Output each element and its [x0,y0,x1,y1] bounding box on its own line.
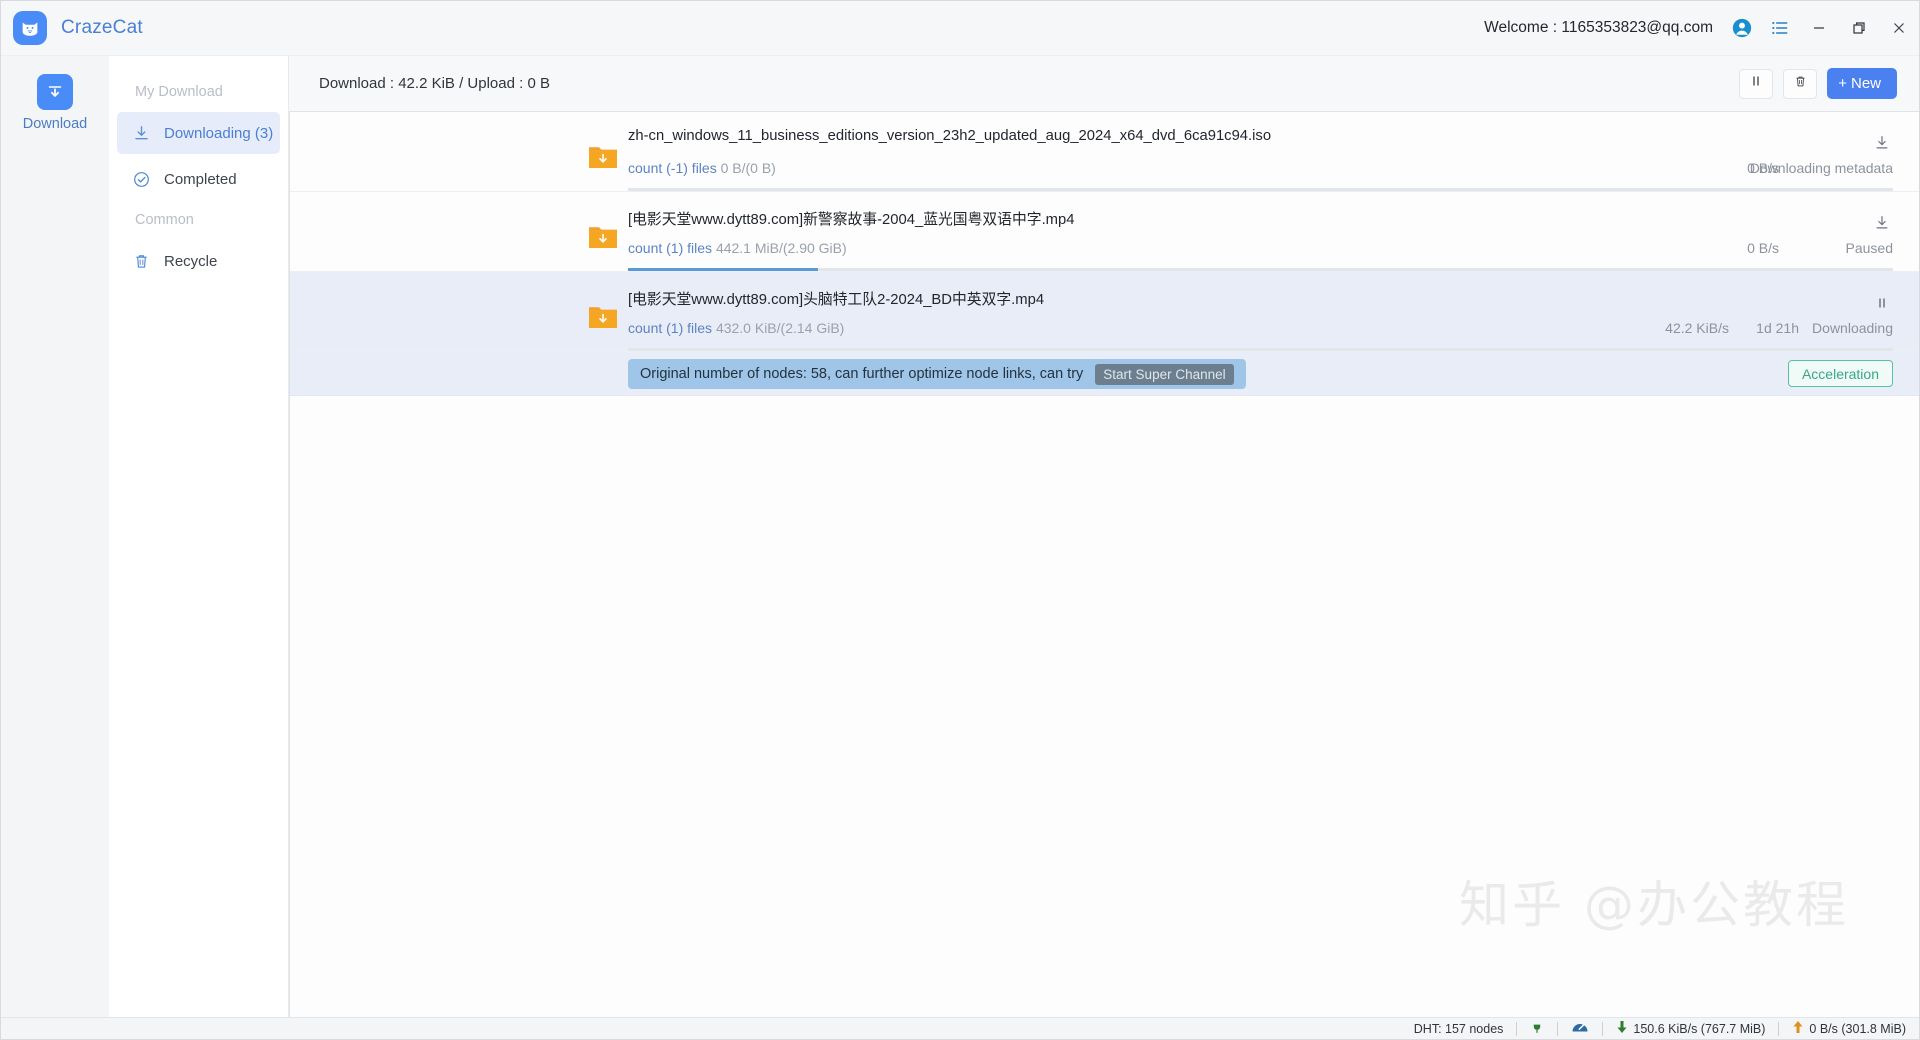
sidebar-item-completed[interactable]: Completed [117,158,280,200]
task-meta: count (1) files 442.1 MiB/(2.90 GiB) [628,240,847,256]
watermark: 知乎 @办公教程 [1459,865,1849,937]
dht-status: DHT: 157 nodes [1401,1018,1517,1039]
welcome-text: Welcome : 1165353823@qq.com [1484,19,1713,37]
task-status: Downloading metadata [1750,160,1893,176]
title-bar: CrazeCat Welcome : 1165353823@qq.com [1,1,1919,56]
task-resume-button[interactable] [1871,214,1893,236]
sidebar-item-label: Recycle [164,253,217,270]
pause-icon [1749,74,1763,93]
upload-speed-status: 0 B/s (301.8 MiB) [1779,1018,1919,1039]
acceleration-banner: Original number of nodes: 58, can furthe… [290,352,1919,396]
plug-status[interactable] [1517,1018,1557,1039]
task-eta: 1d 21h [1756,320,1799,336]
main-content: Download : 42.2 KiB / Upload : 0 B [289,56,1919,1017]
trash-icon [1793,74,1808,94]
title-bar-right: Welcome : 1165353823@qq.com [1484,1,1919,55]
download-arrow-icon [1873,214,1891,237]
sidebar-item-label: Completed [164,171,237,188]
task-speed: 0 B/s [1747,240,1779,256]
progress-track [628,268,1893,271]
folder-download-icon [588,304,618,330]
download-speed-value: 150.6 KiB/s (767.7 MiB) [1633,1022,1765,1036]
table-row[interactable]: [电影天堂www.dytt89.com]新警察故事-2004_蓝光国粤双语中字.… [290,192,1919,272]
sidebar-item-downloading[interactable]: Downloading (3) [117,112,280,154]
plus-icon: + [1838,75,1847,92]
list-menu-icon[interactable] [1761,9,1799,47]
speed-gauge-status[interactable] [1558,1018,1602,1039]
task-size: 0 B/(0 B) [721,160,776,176]
check-circle-icon [131,169,151,189]
task-status: Paused [1846,240,1893,256]
task-title: [电影天堂www.dytt89.com]新警察故事-2004_蓝光国粤双语中字.… [628,208,1074,229]
progress-track [628,188,1893,191]
task-file-count: count (1) files [628,320,712,336]
dht-label: DHT: 157 nodes [1414,1022,1504,1036]
upload-speed-value: 0 B/s (301.8 MiB) [1809,1022,1906,1036]
status-bar: DHT: 157 nodes [1,1017,1919,1039]
progress-track [628,348,1893,351]
task-resume-button[interactable] [1871,134,1893,156]
acceleration-message-chip: Original number of nodes: 58, can furthe… [628,359,1246,389]
task-file-count: count (1) files [628,240,712,256]
sidebar-item-label: Downloading (3) [164,125,273,142]
task-title: [电影天堂www.dytt89.com]头脑特工队2-2024_BD中英双字.m… [628,288,1044,309]
new-task-button[interactable]: + New [1827,68,1897,99]
task-pause-button[interactable] [1871,294,1893,316]
task-meta: count (-1) files 0 B/(0 B) [628,160,776,176]
folder-download-icon [588,224,618,250]
toolbar-actions: + New [1739,68,1897,99]
download-arrow-icon [1873,134,1891,157]
toolbar: Download : 42.2 KiB / Upload : 0 B [289,56,1919,111]
task-meta: count (1) files 432.0 KiB/(2.14 GiB) [628,320,844,336]
up-arrow-icon [1792,1020,1804,1037]
download-list: zh-cn_windows_11_business_editions_versi… [289,111,1919,1017]
minimize-button[interactable] [1799,1,1839,55]
new-task-label: New [1851,75,1881,92]
task-speed: 42.2 KiB/s [1665,320,1729,336]
progress-fill [628,268,818,271]
sidebar-group-title-my-download: My Download [109,76,288,108]
rail-item-download[interactable]: Download [1,74,109,132]
plug-icon [1530,1020,1544,1037]
cat-icon [13,11,47,45]
left-rail: Download [1,56,109,1039]
speed-gauge-icon [1571,1020,1589,1037]
task-size: 442.1 MiB/(2.90 GiB) [716,240,847,256]
folder-download-icon [588,144,618,170]
acceleration-button[interactable]: Acceleration [1788,360,1893,387]
close-button[interactable] [1879,1,1919,55]
acceleration-message: Original number of nodes: 58, can furthe… [640,366,1083,382]
download-arrow-icon [131,123,151,143]
application-window: CrazeCat Welcome : 1165353823@qq.com [0,0,1920,1040]
sidebar-item-recycle[interactable]: Recycle [117,240,280,282]
sidebar-group-title-common: Common [109,204,288,236]
trash-icon [131,251,151,271]
maximize-button[interactable] [1839,1,1879,55]
delete-button[interactable] [1783,69,1817,99]
task-title: zh-cn_windows_11_business_editions_versi… [628,128,1271,144]
pause-icon [1875,296,1889,315]
start-super-channel-button[interactable]: Start Super Channel [1095,364,1233,385]
table-row[interactable]: zh-cn_windows_11_business_editions_versi… [290,112,1919,192]
download-box-icon [37,74,73,110]
task-file-count: count (-1) files [628,160,717,176]
account-avatar-icon[interactable] [1723,9,1761,47]
table-row[interactable]: [电影天堂www.dytt89.com]头脑特工队2-2024_BD中英双字.m… [290,272,1919,352]
sidebar: My Download Downloading (3) Completed Co… [109,56,289,1039]
global-transfer-stats: Download : 42.2 KiB / Upload : 0 B [319,75,550,92]
rail-item-label: Download [23,116,88,132]
task-status: Downloading [1812,320,1893,336]
down-arrow-icon [1616,1020,1628,1037]
brand: CrazeCat [13,11,143,45]
app-title: CrazeCat [61,17,143,39]
task-size: 432.0 KiB/(2.14 GiB) [716,320,844,336]
download-speed-status: 150.6 KiB/s (767.7 MiB) [1603,1018,1778,1039]
pause-all-button[interactable] [1739,69,1773,99]
